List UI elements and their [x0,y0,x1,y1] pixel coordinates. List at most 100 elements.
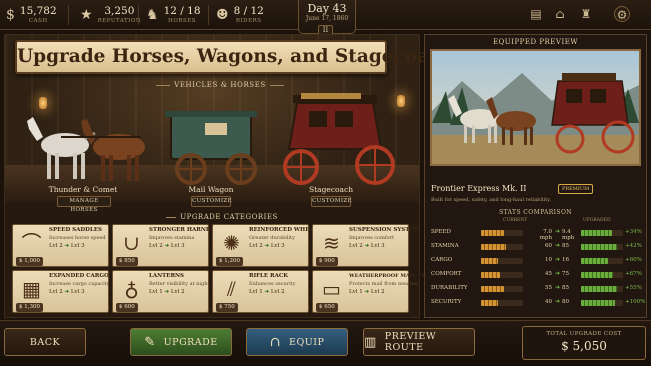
bottom-bar: Back ✎ Upgrade ∩ Equip ▥ Preview Route T… [0,320,651,366]
upgrade-card-suspension-system[interactable]: ≋ Suspension System Improves comfort Lvl… [312,224,420,267]
star-icon: ★ [80,7,93,23]
upgrade-level: Lvl 1 ➜ Lvl 2 [249,289,285,295]
upgrade-card-rifle-rack[interactable]: ⫽ Rifle Rack Enhances security Lvl 1 ➜ L… [212,270,309,313]
customize-stagecoach-button[interactable]: Customize [311,196,352,207]
horses-illustration[interactable] [21,107,161,187]
stat-name: Speed [431,229,451,235]
upgrade-name: Speed Saddles [49,227,102,233]
stat-name: Stamina [431,243,459,249]
upgrade-card-reinforced-wheels[interactable]: ✺ Reinforced Wheels Greater durability L… [212,224,321,267]
vehicle-name-stagecoach: Stagecoach [308,185,354,194]
current-bar [481,258,523,264]
stat-delta: +100% [625,299,646,305]
upgrade-cost: $ 850 [116,257,138,266]
upgrade-desc: Greater durability [249,235,295,241]
page-title-banner: Upgrade Horses, Wagons, and Stagecoaches [15,40,476,74]
upgrade-cost: $ 1,300 [16,303,43,312]
town-icon[interactable]: ⌂ [552,6,568,22]
upgraded-column-header: Upgraded [583,218,611,223]
upgraded-bar-fill [581,300,615,306]
vehicle-name-horses: Thunder & Comet [48,185,118,194]
upgrade-card-weatherproof-trunk[interactable]: ▭ Weatherproof Mail Trunk Protects mail … [312,270,439,313]
stat-delta: +34% [625,229,642,235]
current-bar [481,300,523,306]
current-bar-fill [481,244,507,250]
upgrade-level: Lvl 1 ➜ Lvl 2 [149,289,185,295]
upgrade-button[interactable]: ✎ Upgrade [130,328,232,356]
current-bar [481,272,523,278]
stat-delta: +42% [625,243,642,249]
upgrade-name: Suspension System [349,227,420,233]
current-value: 55 [545,285,552,291]
dollar-icon: $ [6,7,15,23]
current-value: 60 [545,243,552,249]
preview-route-label: Preview Route [384,331,437,353]
upgraded-bar [581,258,623,264]
upgrade-desc: Protects mail from weather [349,281,419,287]
upgrade-card-lanterns[interactable]: ♁ Lanterns Better visibility at night Lv… [112,270,209,313]
arrow-icon: ➜ [555,256,561,263]
arrow-icon: ➜ [555,270,561,277]
stats-section-label: Stats Comparison [499,209,572,216]
mail-wagon-illustration[interactable] [161,107,267,189]
current-column-header: Current [503,218,528,223]
stat-name: Durability [431,285,468,291]
gear-icon[interactable]: ⚙ [614,6,630,22]
reputation-stat: ★ 3,250 Reputation [80,3,141,27]
arrow-icon: ➜ [555,228,561,235]
upgrade-cost: $ 600 [116,303,138,312]
horseshoe-icon: ∩ [269,334,282,350]
upgraded-bar [581,272,623,278]
upgrade-cost: $ 1,200 [216,257,243,266]
arrow-icon: ➜ [555,284,561,291]
vehicles-panel: Upgrade Horses, Wagons, and Stagecoaches… [4,34,476,318]
equip-button[interactable]: ∩ Equip [246,328,348,356]
hat-icon[interactable]: ♜ [578,6,594,22]
cash-stat: $ 15,782 Cash [6,3,57,27]
upgrade-level: Lvl 2 ➜ Lvl 3 [249,243,285,249]
current-bar-fill [481,300,498,306]
stagecoach-illustration[interactable] [271,87,411,191]
arrow-icon: ➜ [555,242,561,249]
preview-coach-name: Frontier Express Mk. II [431,184,527,193]
stat-name: Cargo [431,257,453,263]
riders-label: Riders [235,17,262,24]
upgrade-desc: Increases horse speed [49,235,106,241]
upgrade-level: Lvl 1 ➜ Lvl 2 [349,289,385,295]
stat-row-stamina: Stamina 60 ➜ 85 +42% [429,241,644,253]
cash-value: 15,782 [19,4,57,17]
book-icon[interactable]: ▤ [528,6,544,22]
upgrade-card-stronger-harnesses[interactable]: ∪ Stronger Harnesses Improves stamina Lv… [112,224,226,267]
current-bar [481,286,523,292]
riders-value: 8 / 12 [233,4,264,17]
upgraded-bar-fill [581,272,613,278]
riders-stat: ☻ 8 / 12 Riders [216,3,264,27]
upgraded-bar [581,244,623,250]
wrench-icon: ✎ [144,334,156,350]
stat-row-durability: Durability 55 ➜ 85 +55% [429,283,644,295]
current-value: 40 [545,299,552,305]
upgrade-name: Expanded Cargo [49,273,109,279]
manage-horses-button[interactable]: Manage Horses [57,196,111,213]
total-cost-box: Total Upgrade Cost $ 5,050 [522,326,646,360]
upgrade-level: Lvl 2 ➜ Lvl 3 [349,243,385,249]
total-cost-label: Total Upgrade Cost [546,331,622,337]
divider [68,5,69,25]
upgrade-card-expanded-cargo[interactable]: ▦ Expanded Cargo Increase cargo capacity… [12,270,110,313]
horse-icon: ♞ [146,7,159,23]
upgrade-card-speed-saddles[interactable]: ⌒ Speed Saddles Increases horse speed Lv… [12,224,109,267]
customize-wagon-button[interactable]: Customize [191,196,232,207]
back-button[interactable]: Back [4,328,86,356]
upgraded-bar [581,300,623,306]
horses-label: Horses [168,17,197,24]
upgrade-level: Lvl 2 ➜ Lvl 3 [49,289,85,295]
stat-delta: +55% [625,285,642,291]
upgrade-desc: Improves comfort [349,235,395,241]
upgrade-cost: $ 750 [216,303,238,312]
preview-route-button[interactable]: ▥ Preview Route [363,328,475,356]
arrow-icon: ➜ [555,298,561,305]
divider [208,5,209,25]
upgraded-bar [581,230,623,236]
rider-icon: ☻ [216,7,229,23]
equipped-preview-panel: Equipped Preview Frontier Express Mk. II… [424,34,647,318]
